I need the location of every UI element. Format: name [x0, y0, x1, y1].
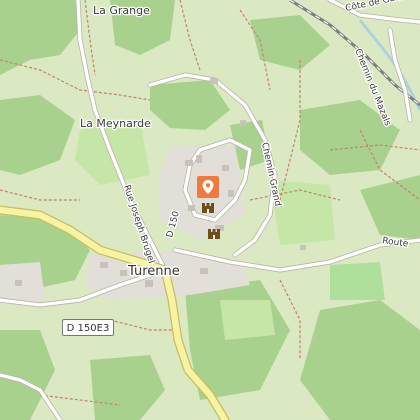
place-label-la-grange: La Grange: [93, 4, 150, 17]
location-pin-icon-glyph: [197, 176, 219, 198]
town-label-turenne: Turenne: [127, 264, 180, 279]
castle-icon-2[interactable]: [208, 229, 220, 239]
map-canvas[interactable]: La Grange La Meynarde Turenne Rue Joseph…: [0, 0, 420, 420]
map-view[interactable]: La Grange La Meynarde Turenne Rue Joseph…: [0, 0, 420, 420]
castle-icon[interactable]: [202, 203, 214, 213]
road-shield-d150e3: D 150E3: [62, 319, 114, 336]
location-pin-icon[interactable]: [197, 176, 219, 198]
place-label-la-meynarde: La Meynarde: [80, 117, 151, 130]
